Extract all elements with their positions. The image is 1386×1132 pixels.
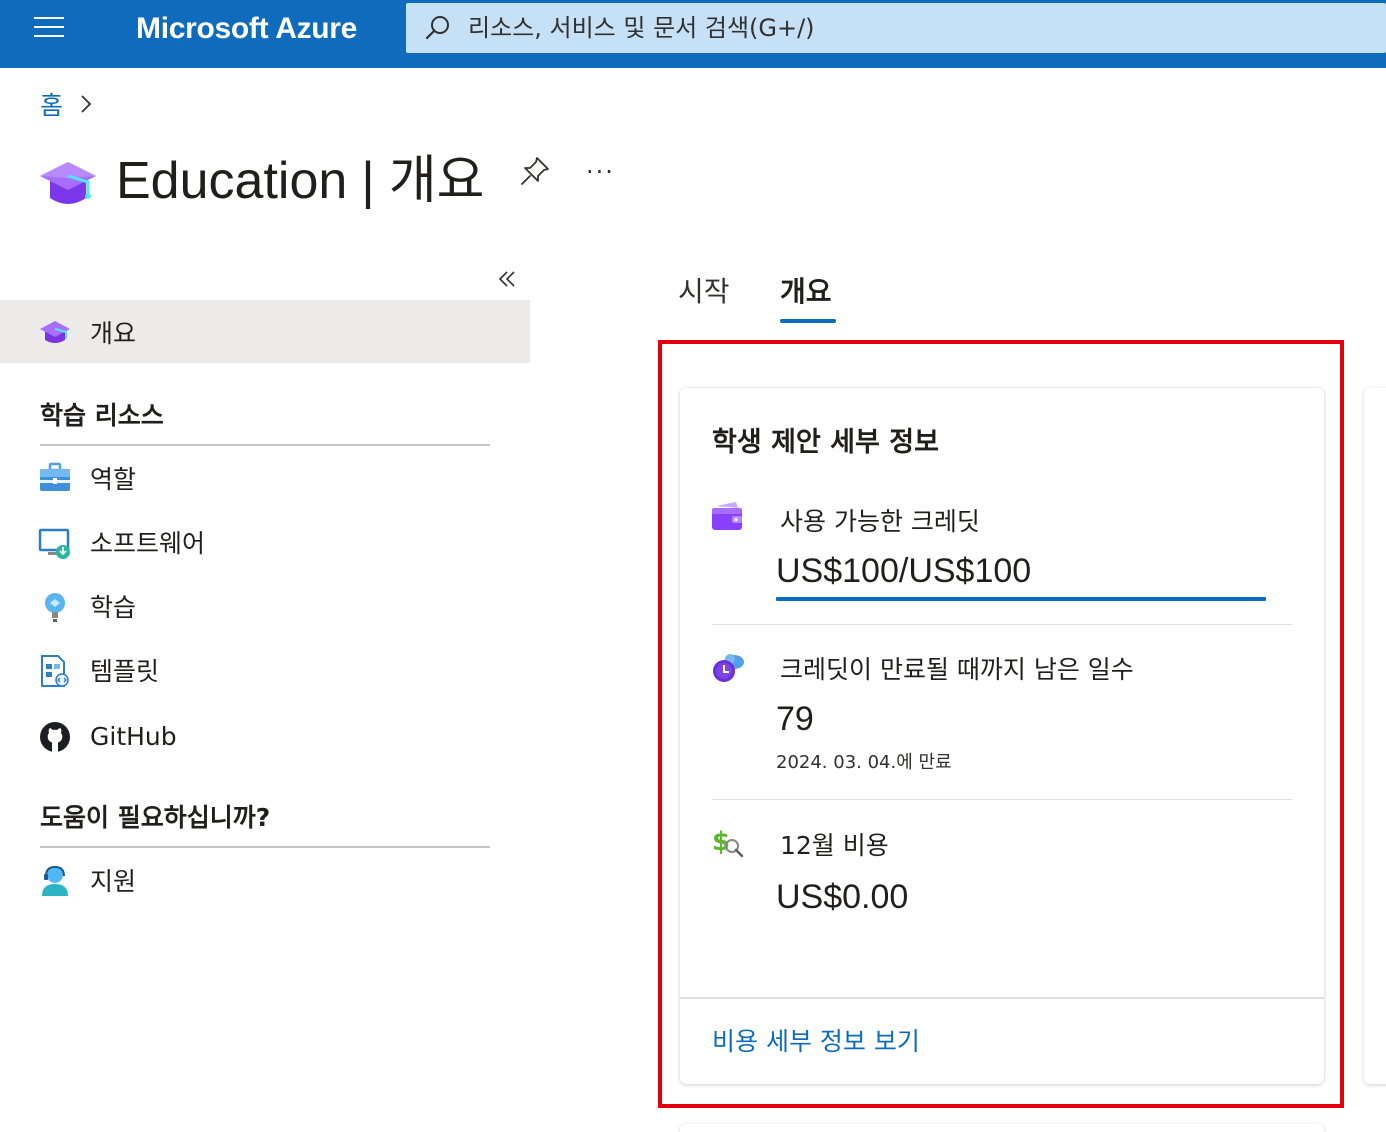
pin-icon[interactable]: [518, 154, 552, 188]
sidebar-item-label: 학습: [90, 593, 137, 622]
search-box[interactable]: [406, 3, 1386, 53]
brand-title[interactable]: Microsoft Azure: [136, 12, 357, 46]
sidebar-item-templates[interactable]: 템플릿: [0, 640, 530, 700]
top-bar: Microsoft Azure: [0, 0, 1386, 68]
sidebar-item-label: 소프트웨어: [90, 529, 206, 558]
breadcrumb: 홈: [40, 86, 93, 122]
sidebar-item-label: 역할: [90, 465, 137, 494]
sidebar-item-label: 지원: [90, 867, 137, 896]
breadcrumb-home-link[interactable]: 홈: [40, 86, 63, 122]
sidebar-item-label: 템플릿: [90, 657, 160, 686]
lightbulb-icon: [45, 593, 65, 622]
sidebar-item-support[interactable]: 지원: [0, 850, 530, 910]
sidebar-item-learning[interactable]: 학습: [0, 576, 530, 636]
collapse-sidebar-icon[interactable]: [496, 268, 518, 290]
monitor-download-icon: [38, 528, 70, 559]
tab-get-started[interactable]: 시작: [678, 270, 730, 310]
highlight-box: [658, 340, 1344, 1108]
blade-name: 개요: [388, 152, 485, 210]
template-icon: [41, 655, 69, 687]
adjacent-card: [1364, 388, 1386, 1084]
section-divider: [40, 444, 490, 446]
sidebar-item-roles[interactable]: 역할: [0, 448, 530, 508]
more-options-icon[interactable]: ···: [586, 158, 615, 186]
graduation-cap-icon: [40, 321, 70, 343]
chevron-right-icon: [81, 95, 92, 113]
github-icon: [40, 722, 70, 752]
hamburger-menu-icon[interactable]: [34, 17, 64, 39]
active-tab-indicator: [780, 319, 836, 323]
title-separator: |: [361, 152, 375, 210]
resource-name: Education: [116, 152, 348, 210]
sidebar-item-github[interactable]: GitHub: [0, 706, 530, 766]
sidebar-item-overview[interactable]: 개요: [0, 300, 530, 363]
search-icon: [425, 16, 449, 40]
sidebar-item-label: GitHub: [90, 721, 177, 751]
section-divider: [40, 846, 490, 848]
section-header-need-help: 도움이 필요하십니까?: [40, 803, 271, 832]
graduation-cap-icon: [40, 162, 96, 204]
tab-overview[interactable]: 개요: [780, 270, 832, 310]
support-person-icon: [42, 865, 68, 896]
sidebar-item-software[interactable]: 소프트웨어: [0, 512, 530, 572]
sidebar-item-label: 개요: [90, 318, 137, 348]
section-header-learning-resources: 학습 리소스: [40, 401, 164, 430]
page-title: Education | 개요: [116, 138, 485, 213]
search-input[interactable]: [468, 14, 1348, 42]
adjacent-card: [680, 1124, 1324, 1132]
briefcase-icon: [40, 462, 70, 491]
